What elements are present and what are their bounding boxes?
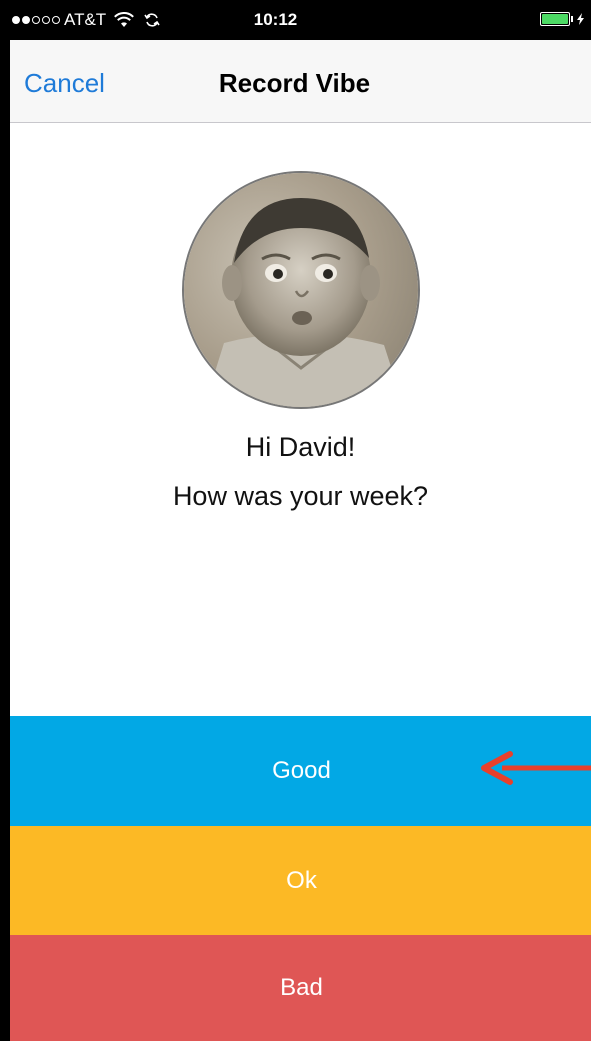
- avatar: [182, 171, 420, 409]
- battery-tip: [571, 16, 573, 22]
- app-screen: AT&T 10:12 Cancel Record Vibe Hi David! …: [10, 0, 591, 1041]
- battery-level: [542, 14, 568, 24]
- charging-bolt-icon: [577, 13, 584, 25]
- status-bar: AT&T 10:12: [10, 0, 591, 40]
- bad-button[interactable]: Bad: [10, 935, 591, 1041]
- good-button-label: Good: [272, 757, 331, 784]
- ok-button-label: Ok: [286, 867, 317, 894]
- status-time: 10:12: [253, 10, 298, 29]
- ok-button[interactable]: Ok: [10, 826, 591, 936]
- bad-button-label: Bad: [280, 974, 323, 1001]
- red-arrow-pointer-icon: [481, 751, 591, 785]
- avatar-photo-icon: [184, 173, 418, 407]
- battery-icon: [540, 12, 570, 26]
- navigation-bar: Cancel Record Vibe: [10, 40, 591, 123]
- page-title: Record Vibe: [218, 68, 371, 98]
- greeting-text: Hi David!: [245, 432, 356, 462]
- question-text: How was your week?: [172, 481, 429, 511]
- status-right: [540, 12, 585, 26]
